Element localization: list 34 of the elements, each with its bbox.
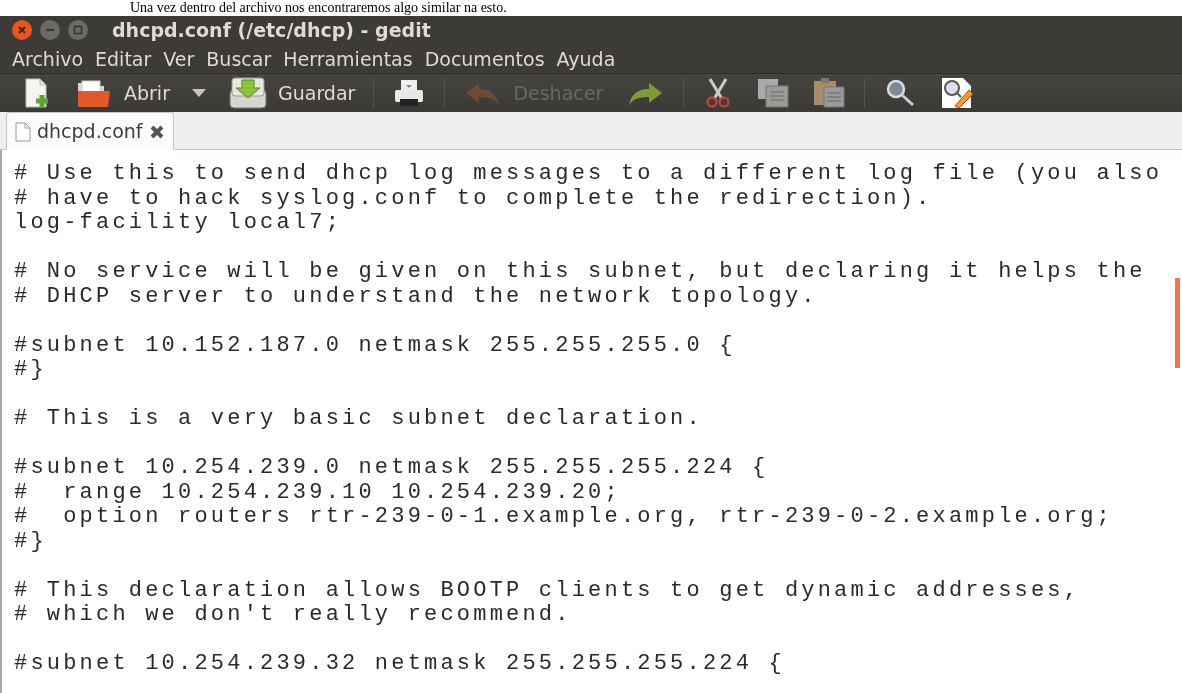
code-line: #subnet 10.152.187.0 netmask 255.255.255.0 { <box>14 333 736 358</box>
code-line: #subnet 10.254.239.0 netmask 255.255.255.224 { <box>14 456 769 481</box>
code-line: # have to hack syslog.conf to complete the redirection). <box>14 186 933 211</box>
code-line: # This is a very basic subnet declaration. <box>14 407 703 432</box>
code-line: #subnet 10.254.239.32 netmask 255.255.255.224 { <box>14 652 785 677</box>
code-line: # This declaration allows BOOTP clients to get dynamic addresses, <box>14 578 1081 603</box>
menu-item[interactable]: Buscar <box>200 44 278 73</box>
menu-item[interactable]: Herramientas <box>277 44 419 73</box>
code-line: #} <box>14 529 47 554</box>
menu-item[interactable]: Editar <box>89 44 158 73</box>
close-icon[interactable] <box>12 20 32 41</box>
file-tab[interactable]: dhcpd.conf <box>6 112 174 150</box>
code-line: #} <box>14 358 47 383</box>
code-line: # Use this to send dhcp log messages to a different log file (you also <box>14 162 1163 187</box>
copy-icon <box>756 77 791 109</box>
code-line: # DHCP server to understand the network topology. <box>14 284 818 309</box>
document-icon <box>15 121 31 142</box>
menu-item[interactable]: Ayuda <box>550 44 622 73</box>
toolbar-button[interactable]: Guardar <box>223 74 360 112</box>
code-line: # No service will be given on this subnet, but declaring it helps the <box>14 260 1146 285</box>
code-line: log-facility local7; <box>14 211 343 236</box>
disk-icon <box>227 76 268 110</box>
search-replace-icon <box>939 76 976 110</box>
menu-item[interactable]: Documentos <box>418 44 551 73</box>
close-icon[interactable] <box>148 123 165 140</box>
caption-text: Una vez dentro del archivo nos encontraremos algo similar na esto. <box>130 0 507 15</box>
toolbar-button[interactable]: Abrir <box>70 75 174 111</box>
code-line: # option routers rtr-239-0-1.example.org, rtr-239-0-2.example.org; <box>14 505 1113 530</box>
menu-item[interactable]: Ver <box>157 44 201 73</box>
code-line: # which we don't really recommend. <box>14 603 572 628</box>
window-title: dhcpd.conf (/etc/dhcp) - gedit <box>112 18 431 43</box>
code-line: # range 10.254.239.10 10.254.239.20; <box>14 480 621 505</box>
clipboard-icon <box>812 77 847 109</box>
menu-item[interactable]: Archivo <box>6 44 90 73</box>
